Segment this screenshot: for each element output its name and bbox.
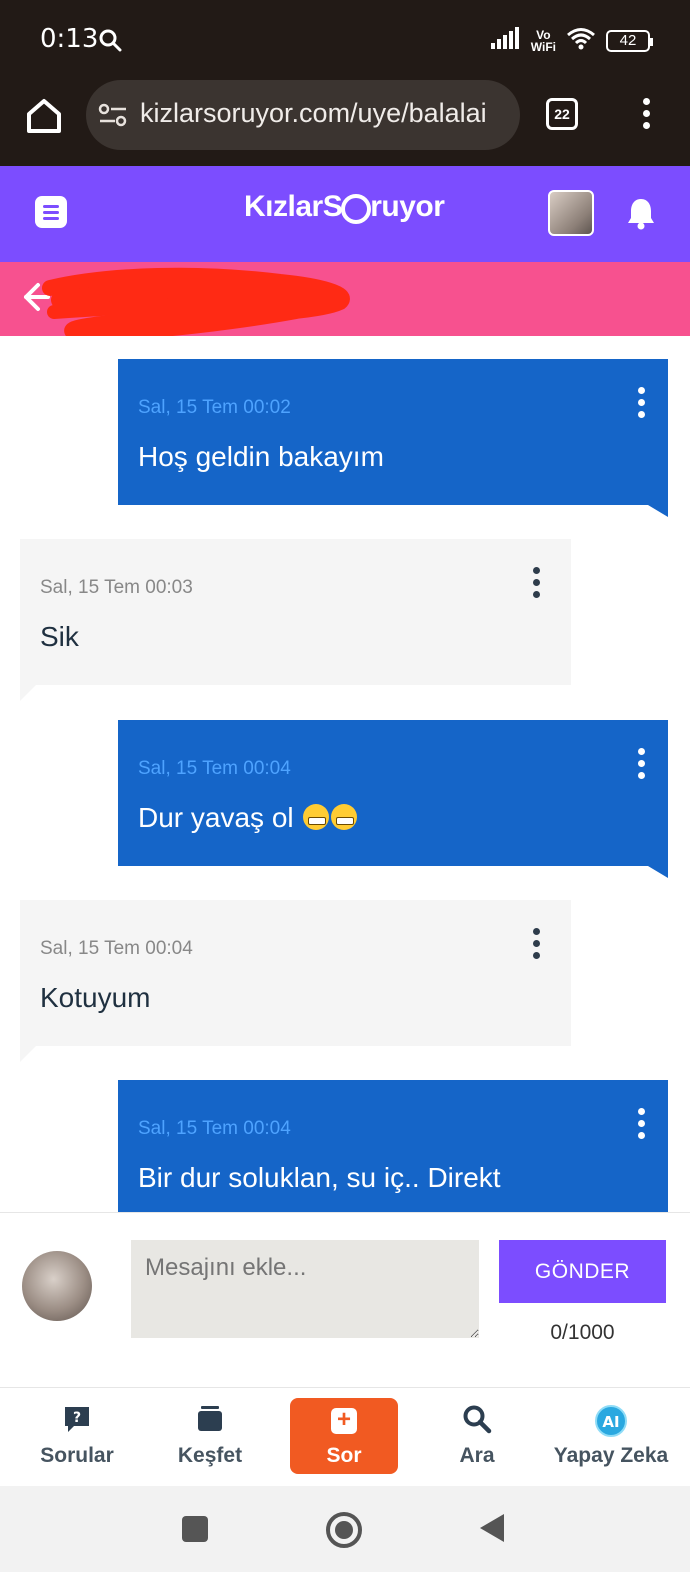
message-time: Sal, 15 Tem 00:04 bbox=[138, 1118, 291, 1139]
nav-yapay-zeka[interactable]: AI Yapay Zeka bbox=[541, 1388, 681, 1486]
compose-area: GÖNDER 0/1000 bbox=[0, 1212, 690, 1388]
char-counter: 0/1000 bbox=[550, 1321, 615, 1344]
message-options-icon[interactable] bbox=[636, 1108, 646, 1142]
browser-toolbar: kizlarsoruyor.com/uye/balalai 22 bbox=[0, 80, 690, 166]
vowifi-indicator: Vo WiFi bbox=[531, 29, 556, 53]
back-button[interactable] bbox=[480, 1514, 504, 1542]
message-list: Sal, 15 Tem 00:02 Hoş geldin bakayım Sal… bbox=[0, 336, 690, 1212]
message-text: Hoş geldin bakayım bbox=[138, 441, 384, 472]
address-bar[interactable]: kizlarsoruyor.com/uye/balalai bbox=[86, 80, 520, 150]
browser-menu-icon[interactable] bbox=[636, 98, 656, 134]
nav-label: Sorular bbox=[40, 1444, 114, 1467]
message-options-icon[interactable] bbox=[636, 387, 646, 421]
vowifi-bottom: WiFi bbox=[530, 39, 556, 54]
bubble-tail bbox=[20, 685, 36, 701]
message-text: Sik bbox=[40, 621, 79, 652]
site-logo[interactable]: Kızlar Sruyor bbox=[244, 190, 445, 224]
recents-button[interactable] bbox=[182, 1516, 208, 1542]
logo-ring-icon bbox=[341, 194, 372, 224]
message-options-icon[interactable] bbox=[531, 928, 541, 962]
message-bubble-received: Sal, 15 Tem 00:03 Sik bbox=[20, 539, 571, 701]
logo-text-2: S bbox=[322, 190, 343, 223]
hamburger-menu-icon[interactable] bbox=[35, 196, 67, 228]
search-icon bbox=[462, 1404, 492, 1439]
redaction-scribble bbox=[40, 266, 360, 343]
message-options-icon[interactable] bbox=[531, 567, 541, 601]
wifi-icon bbox=[566, 26, 596, 55]
home-icon[interactable] bbox=[24, 96, 64, 136]
message-time: Sal, 15 Tem 00:02 bbox=[138, 397, 291, 418]
bubble-tail bbox=[648, 866, 668, 878]
conversation-header bbox=[0, 262, 690, 343]
bottom-nav: ? Sorular Keşfet + Sor Ara AI Yapay Zeka bbox=[0, 1388, 690, 1486]
logo-text-3: ruyor bbox=[370, 190, 445, 223]
message-text: Dur yavaş ol bbox=[138, 802, 358, 834]
question-bubble-icon: ? bbox=[62, 1404, 92, 1439]
compose-avatar bbox=[22, 1251, 92, 1321]
message-bubble-sent: Sal, 15 Tem 00:04 Bir dur soluklan, su i… bbox=[118, 1080, 668, 1212]
svg-text:?: ? bbox=[73, 1410, 81, 1426]
battery-icon: 42 bbox=[606, 29, 653, 52]
message-options-icon[interactable] bbox=[636, 748, 646, 782]
message-text: Bir dur soluklan, su iç.. Direkt bbox=[138, 1162, 501, 1193]
status-icons: Vo WiFi 42 bbox=[490, 26, 653, 55]
status-bar: 0:13 Vo WiFi 42 bbox=[0, 0, 690, 80]
message-text-content: Dur yavaş ol bbox=[138, 802, 294, 833]
bubble-tail bbox=[20, 1046, 36, 1062]
nav-label: Sor bbox=[326, 1444, 362, 1467]
nav-kesfet[interactable]: Keşfet bbox=[141, 1388, 279, 1486]
url-text[interactable]: kizlarsoruyor.com/uye/balalai bbox=[140, 98, 512, 129]
cards-icon bbox=[196, 1404, 224, 1439]
bell-icon[interactable] bbox=[626, 196, 656, 235]
svg-text:AI: AI bbox=[602, 1413, 619, 1431]
send-button[interactable]: GÖNDER bbox=[499, 1240, 666, 1303]
message-text: Kotuyum bbox=[40, 982, 151, 1013]
tab-switcher-button[interactable]: 22 bbox=[546, 98, 578, 130]
message-time: Sal, 15 Tem 00:03 bbox=[40, 577, 193, 598]
message-input[interactable] bbox=[131, 1240, 479, 1338]
signal-icon bbox=[490, 27, 521, 54]
plus-icon: + bbox=[331, 1408, 357, 1434]
nav-label: Ara bbox=[459, 1444, 495, 1467]
home-button[interactable] bbox=[326, 1512, 362, 1548]
search-icon bbox=[98, 28, 122, 57]
logo-text-1: Kızlar bbox=[244, 190, 323, 223]
nav-sorular[interactable]: ? Sorular bbox=[8, 1388, 146, 1486]
nav-label: Yapay Zeka bbox=[553, 1444, 669, 1467]
message-bubble-received: Sal, 15 Tem 00:04 Kotuyum bbox=[20, 900, 571, 1062]
message-bubble-sent: Sal, 15 Tem 00:04 Dur yavaş ol bbox=[118, 720, 668, 878]
sweat-smile-emoji-icon bbox=[331, 804, 358, 830]
nav-sor[interactable]: + Sor bbox=[290, 1398, 398, 1474]
site-settings-icon[interactable] bbox=[98, 102, 128, 133]
message-bubble-sent: Sal, 15 Tem 00:02 Hoş geldin bakayım bbox=[118, 359, 668, 517]
site-header: Kızlar Sruyor bbox=[0, 166, 690, 262]
user-avatar[interactable] bbox=[548, 190, 594, 236]
bubble-tail bbox=[648, 505, 668, 517]
message-time: Sal, 15 Tem 00:04 bbox=[40, 938, 193, 959]
nav-ara[interactable]: Ara bbox=[408, 1388, 546, 1486]
nav-label: Keşfet bbox=[177, 1444, 243, 1467]
grinning-emoji-icon bbox=[303, 804, 330, 830]
status-time: 0:13 bbox=[40, 24, 99, 54]
message-time: Sal, 15 Tem 00:04 bbox=[138, 758, 291, 779]
system-nav-bar bbox=[0, 1486, 690, 1572]
ai-icon: AI bbox=[594, 1404, 628, 1443]
